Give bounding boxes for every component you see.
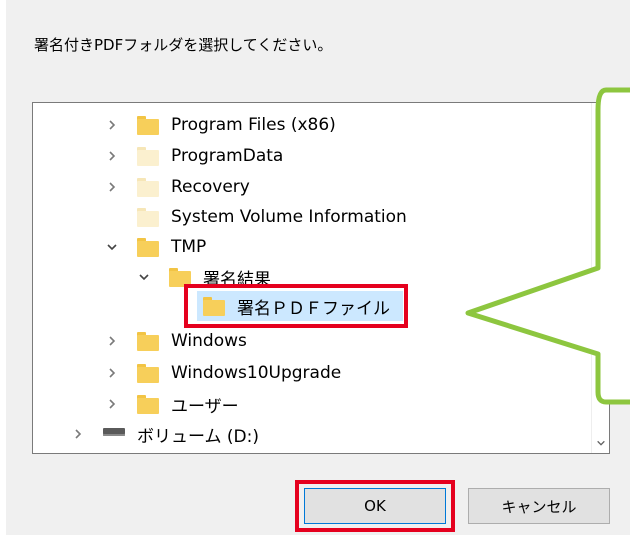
tree-item-label: ユーザー [171,396,239,417]
folder-icon [137,115,159,135]
chevron-right-icon[interactable] [105,334,119,348]
cancel-button[interactable]: キャンセル [468,488,610,524]
tree-item-users[interactable]: ユーザー [33,389,591,419]
folder-hidden-icon [137,207,159,227]
chevron-right-icon[interactable] [105,180,119,194]
tree-scrollbar[interactable] [591,103,609,453]
tree-item-label: Windows10Upgrade [171,363,342,383]
tree-item-program-files-x86[interactable]: Program Files (x86) [33,110,591,140]
chevron-down-icon[interactable] [137,270,151,284]
folder-hidden-icon [137,177,159,197]
chevron-right-icon[interactable] [105,366,119,380]
tree-item-label: ボリューム (D:) [137,426,259,447]
chevron-right-icon[interactable] [105,397,119,411]
tree-item-volume-d[interactable]: ボリューム (D:) [33,419,591,449]
tree-item-label: ProgramData [171,146,284,166]
tree-item-label: Program Files (x86) [171,115,336,135]
folder-icon [137,237,159,257]
tree-item-windows[interactable]: Windows [33,326,591,356]
folder-hidden-icon [137,146,159,166]
scroll-down-icon[interactable] [592,434,609,451]
dialog-prompt: 署名付きPDFフォルダを選択してください。 [34,36,333,54]
tree-item-system-volume-information[interactable]: System Volume Information [33,202,591,232]
selected-folder-highlight-frame [184,284,408,328]
folder-icon [137,394,159,414]
tree-item-label: Windows [171,331,247,351]
tree-item-label: System Volume Information [171,207,407,227]
scroll-up-icon[interactable] [592,105,609,122]
tree-item-label: TMP [171,237,207,257]
tree-item-programdata[interactable]: ProgramData [33,141,591,171]
folder-icon [137,331,159,351]
ok-button-highlight-frame [295,480,455,532]
drive-icon [103,428,125,436]
folder-icon [137,363,159,383]
tree-item-label: Recovery [171,177,250,197]
tree-item-recovery[interactable]: Recovery [33,172,591,202]
tree-item-windows10upgrade[interactable]: Windows10Upgrade [33,358,591,388]
folder-tree[interactable]: Program Files (x86) ProgramData Recovery… [32,102,610,454]
chevron-right-icon[interactable] [71,427,85,441]
chevron-right-icon[interactable] [105,149,119,163]
chevron-right-icon[interactable] [105,118,119,132]
tree-item-tmp[interactable]: TMP [33,232,591,262]
chevron-down-icon[interactable] [105,240,119,254]
